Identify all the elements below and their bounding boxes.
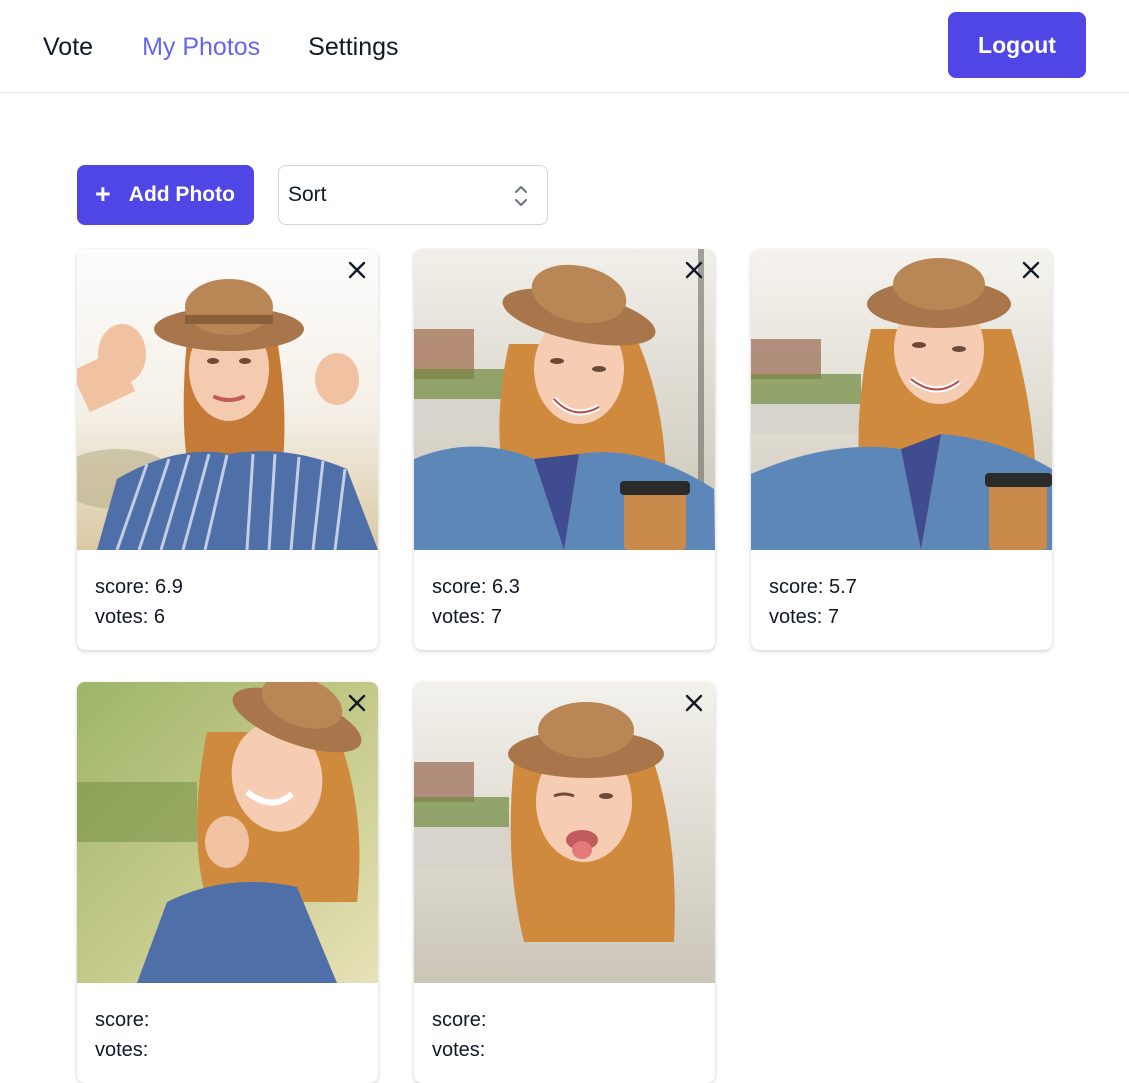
score-label: score: (95, 576, 150, 598)
score-value: 6.9 (155, 576, 183, 598)
sort-select-value: Sort (288, 183, 327, 206)
photo-card: score: 6.9 votes: 6 (77, 249, 378, 650)
main-nav: Vote My Photos Settings (43, 30, 399, 64)
photo-card: score: votes: (77, 682, 378, 1083)
photo-card: score: votes: (414, 682, 715, 1083)
close-icon[interactable] (683, 692, 705, 714)
plus-icon: + (95, 178, 111, 209)
photo-card: score: 5.7 votes: 7 (751, 249, 1052, 650)
votes-value: 6 (153, 606, 166, 628)
photo-card: score: 6.3 votes: 7 (414, 249, 715, 650)
nav-link-vote[interactable]: Vote (43, 30, 93, 64)
photo-stats: score: 6.3 votes: 7 (414, 550, 715, 650)
votes-label: votes: (432, 1039, 486, 1061)
photo-image[interactable] (77, 682, 378, 983)
score-row: score: 5.7 (769, 572, 1034, 602)
score-label: score: (769, 576, 824, 598)
photo-image[interactable] (77, 249, 378, 550)
votes-row: votes: (95, 1035, 360, 1065)
chevron-up-down-icon (515, 186, 527, 206)
votes-label: votes: (769, 606, 823, 628)
votes-label: votes: (432, 606, 486, 628)
photo-stats: score: 6.9 votes: 6 (77, 550, 378, 650)
photo-stats: score: votes: (414, 983, 715, 1083)
photo-image[interactable] (414, 249, 715, 550)
close-icon[interactable] (346, 692, 368, 714)
votes-row: votes: 6 (95, 602, 360, 632)
close-icon[interactable] (1020, 259, 1042, 281)
top-nav-bar: Vote My Photos Settings Logout (0, 0, 1129, 93)
votes-row: votes: 7 (432, 602, 697, 632)
score-row: score: 6.3 (432, 572, 697, 602)
photo-image[interactable] (751, 249, 1052, 550)
close-icon[interactable] (346, 259, 368, 281)
score-label: score: (95, 1009, 150, 1031)
add-photo-label: Add Photo (128, 183, 235, 206)
score-row: score: (95, 1005, 360, 1035)
logout-button[interactable]: Logout (948, 12, 1086, 78)
votes-row: votes: (432, 1035, 697, 1065)
nav-link-settings[interactable]: Settings (308, 30, 398, 64)
photo-stats: score: votes: (77, 983, 378, 1083)
score-label: score: (432, 576, 487, 598)
score-value: 6.3 (492, 576, 520, 598)
votes-label: votes: (95, 606, 149, 628)
photo-stats: score: 5.7 votes: 7 (751, 550, 1052, 650)
votes-value: 7 (827, 606, 840, 628)
sort-select[interactable]: Sort (278, 165, 548, 225)
votes-label: votes: (95, 1039, 149, 1061)
nav-link-my-photos[interactable]: My Photos (142, 30, 260, 64)
score-value: 5.7 (829, 576, 857, 598)
score-row: score: 6.9 (95, 572, 360, 602)
close-icon[interactable] (683, 259, 705, 281)
votes-value: 7 (490, 606, 503, 628)
photo-image[interactable] (414, 682, 715, 983)
votes-row: votes: 7 (769, 602, 1034, 632)
score-row: score: (432, 1005, 697, 1035)
score-label: score: (432, 1009, 487, 1031)
add-photo-button[interactable]: + Add Photo (77, 165, 254, 225)
